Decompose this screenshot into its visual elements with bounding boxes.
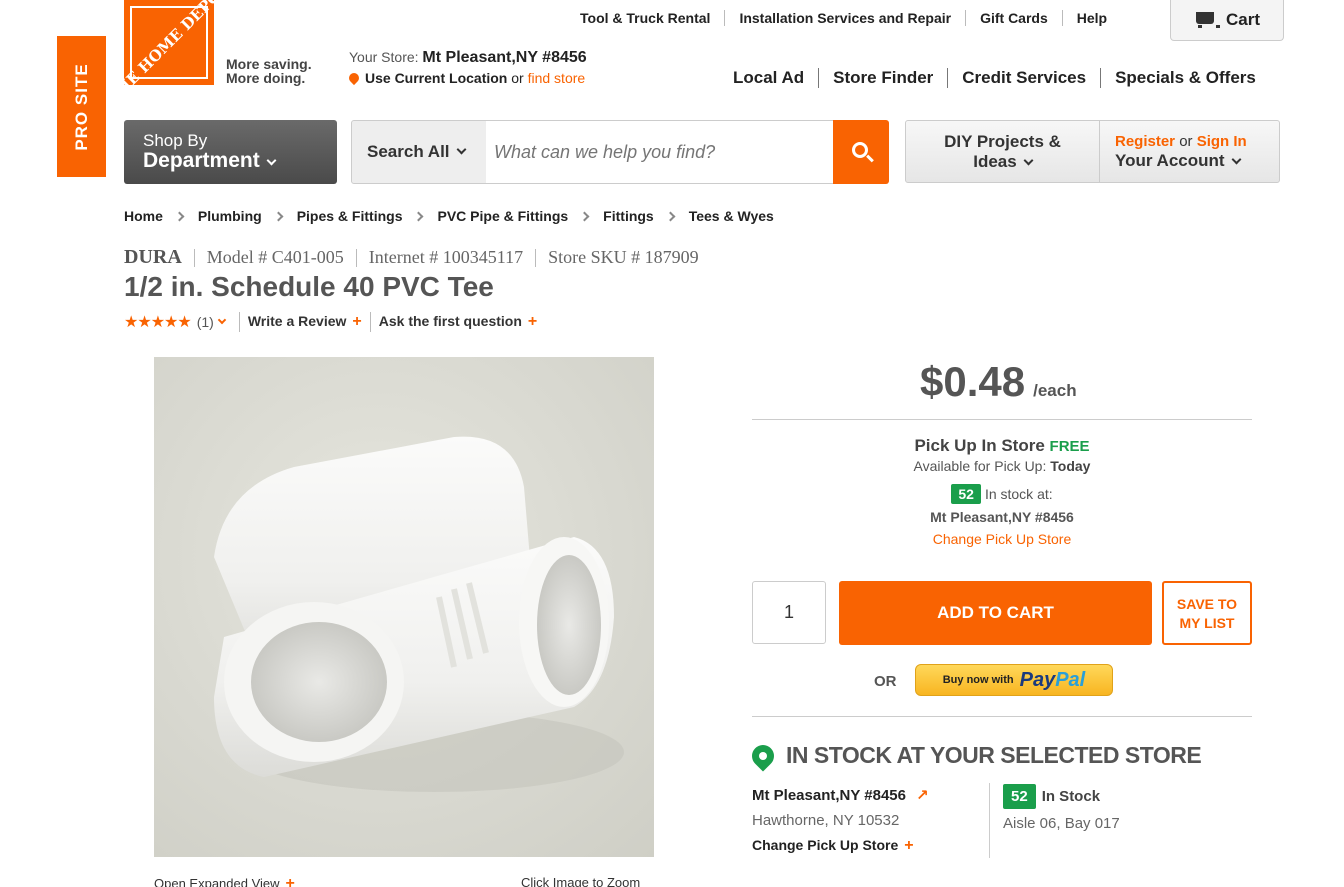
divider xyxy=(752,716,1252,717)
change-pickup-store-button[interactable]: Change Pick Up Store + xyxy=(752,837,914,855)
nav-local-ad[interactable]: Local Ad xyxy=(733,68,804,88)
price: $0.48/each xyxy=(920,358,1077,405)
review-bar: ★★★★★ (1) Write a Review + Ask the first … xyxy=(124,312,537,332)
brand-name[interactable]: DURA xyxy=(124,246,182,269)
breadcrumb-home[interactable]: Home xyxy=(124,208,163,224)
breadcrumb: Home Plumbing Pipes & Fittings PVC Pipe … xyxy=(124,208,774,224)
write-review-link[interactable]: Write a Review + xyxy=(248,313,362,331)
diy-projects-button[interactable]: DIY Projects & Ideas xyxy=(905,120,1100,183)
product-identifiers: DURA Model # C401-005 Internet # 1003451… xyxy=(124,246,699,269)
your-store: Your Store: Mt Pleasant,NY #8456 xyxy=(349,49,587,66)
search-input[interactable] xyxy=(486,120,834,184)
chevron-down-icon xyxy=(456,144,466,154)
or-label: OR xyxy=(874,673,897,690)
search-button[interactable] xyxy=(833,120,889,184)
breadcrumb-pvc-pipe-fittings[interactable]: PVC Pipe & Fittings xyxy=(437,208,568,224)
ask-question-link[interactable]: Ask the first question + xyxy=(379,313,537,331)
chevron-right-icon xyxy=(273,211,284,221)
model-number: Model # C401-005 xyxy=(206,247,344,267)
chevron-right-icon xyxy=(174,211,185,221)
account-button[interactable]: Register or Sign In Your Account xyxy=(1099,120,1280,183)
divider xyxy=(989,783,990,858)
pickup-availability: Available for Pick Up: Today xyxy=(913,458,1091,474)
main-nav: Local Ad Store Finder Credit Services Sp… xyxy=(733,68,1256,88)
cart-button[interactable]: Cart xyxy=(1170,0,1284,41)
location-line: Use Current Location or find store xyxy=(346,70,586,86)
product-title: 1/2 in. Schedule 40 PVC Tee xyxy=(124,271,494,302)
pvc-tee-illustration xyxy=(214,436,624,792)
nav-credit-services[interactable]: Credit Services xyxy=(962,68,1086,88)
your-store-value[interactable]: Mt Pleasant,NY #8456 xyxy=(422,49,586,66)
util-link-gift-cards[interactable]: Gift Cards xyxy=(980,10,1048,26)
stock-count-badge: 52 xyxy=(1003,784,1036,809)
util-link-tool-rental[interactable]: Tool & Truck Rental xyxy=(580,10,710,26)
divider xyxy=(752,419,1252,420)
breadcrumb-tees-wyes[interactable]: Tees & Wyes xyxy=(689,208,774,224)
chevron-right-icon xyxy=(414,211,424,221)
pickup-title: Pick Up In Store FREE xyxy=(914,436,1090,455)
search-scope-dropdown[interactable]: Search All xyxy=(351,120,487,184)
plus-icon: + xyxy=(285,875,295,887)
location-pin-icon xyxy=(346,70,362,86)
cart-icon xyxy=(1194,12,1220,28)
plus-icon: + xyxy=(904,837,914,854)
shop-by-department-button[interactable]: Shop By Department xyxy=(124,120,337,184)
in-stock-heading: IN STOCK AT YOUR SELECTED STORE xyxy=(747,739,1202,772)
open-expanded-view-link[interactable]: Open Expanded View + xyxy=(154,875,295,887)
tagline: More saving. More doing. xyxy=(226,56,312,86)
chevron-right-icon xyxy=(665,211,676,221)
breadcrumb-pipes-fittings[interactable]: Pipes & Fittings xyxy=(297,208,403,224)
star-rating[interactable]: ★★★★★ xyxy=(124,312,192,332)
selected-store-name[interactable]: Mt Pleasant,NY #8456 ↗ xyxy=(752,786,929,804)
store-address: Hawthorne, NY 10532 xyxy=(752,812,900,829)
store-sku: Store SKU # 187909 xyxy=(548,247,699,267)
stock-count-badge: 52 xyxy=(951,484,981,504)
click-to-zoom-hint: Click Image to Zoom xyxy=(521,875,641,887)
util-link-help[interactable]: Help xyxy=(1077,10,1107,26)
chevron-down-icon[interactable] xyxy=(217,315,227,325)
save-to-list-button[interactable]: SAVE TO MY LIST xyxy=(1162,581,1252,645)
quantity-input[interactable] xyxy=(752,581,826,644)
paypal-button[interactable]: Buy now with PayPal xyxy=(915,664,1113,696)
review-count[interactable]: (1) xyxy=(197,314,214,330)
chevron-right-icon xyxy=(579,211,590,221)
product-image[interactable] xyxy=(154,357,654,857)
price-unit: /each xyxy=(1033,381,1077,400)
add-to-cart-button[interactable]: ADD TO CART xyxy=(839,581,1152,645)
util-link-installation[interactable]: Installation Services and Repair xyxy=(739,10,951,26)
cart-label: Cart xyxy=(1225,10,1260,29)
internet-number: Internet # 100345117 xyxy=(368,247,524,267)
external-link-icon: ↗ xyxy=(915,787,929,804)
utility-nav: Tool & Truck Rental Installation Service… xyxy=(580,9,1107,27)
plus-icon: + xyxy=(527,313,538,330)
chevron-down-icon xyxy=(1023,155,1034,166)
breadcrumb-plumbing[interactable]: Plumbing xyxy=(198,208,262,224)
breadcrumb-fittings[interactable]: Fittings xyxy=(603,208,654,224)
home-depot-logo[interactable]: THE HOME DEPOT xyxy=(124,0,214,85)
use-current-location-link[interactable]: Use Current Location xyxy=(365,70,507,86)
nav-specials-offers[interactable]: Specials & Offers xyxy=(1115,68,1256,88)
register-link[interactable]: Register xyxy=(1115,133,1175,150)
plus-icon: + xyxy=(352,313,362,330)
pro-site-label: PRO SITE xyxy=(71,62,91,151)
find-store-link[interactable]: find store xyxy=(528,70,586,86)
pickup-stock: 52 In stock at: xyxy=(752,484,1252,504)
sign-in-link[interactable]: Sign In xyxy=(1197,133,1247,150)
change-pickup-store-link[interactable]: Change Pick Up Store xyxy=(752,531,1252,547)
aisle-location: Aisle 06, Bay 017 xyxy=(1003,815,1120,832)
pickup-store-name: Mt Pleasant,NY #8456 xyxy=(930,509,1074,525)
free-badge: FREE xyxy=(1049,438,1090,455)
in-stock-status: 52 In Stock xyxy=(1003,784,1100,809)
pro-site-tab[interactable]: PRO SITE xyxy=(57,36,106,177)
location-pin-icon xyxy=(747,739,779,772)
search-icon xyxy=(852,142,868,158)
chevron-down-icon xyxy=(266,155,277,166)
chevron-down-icon xyxy=(1231,154,1242,165)
nav-store-finder[interactable]: Store Finder xyxy=(833,68,933,88)
